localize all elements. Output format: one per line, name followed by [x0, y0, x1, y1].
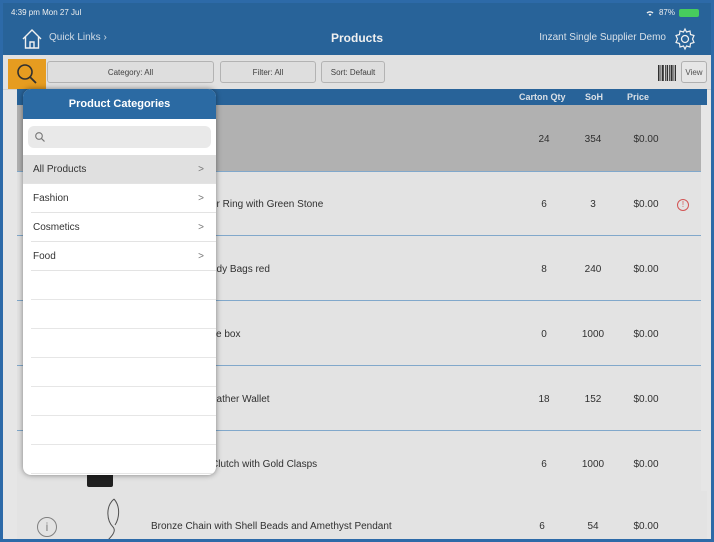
category-label: All Products	[33, 164, 87, 175]
category-label: Food	[33, 251, 56, 262]
category-label: Cosmetics	[33, 222, 80, 233]
category-item-cosmetics[interactable]: Cosmetics >	[31, 213, 216, 242]
empty-list-row	[31, 416, 216, 445]
empty-list-row	[31, 387, 216, 416]
empty-list-row	[31, 300, 216, 329]
empty-list-row	[31, 271, 216, 300]
popover-title: Product Categories	[23, 89, 216, 119]
category-label: Fashion	[33, 193, 69, 204]
app-window: 4:39 pm Mon 27 Jul 87% Quick Links › Pro…	[0, 0, 714, 542]
chevron-right-icon: >	[198, 251, 204, 262]
empty-list-row	[31, 445, 216, 474]
chevron-right-icon: >	[198, 193, 204, 204]
category-popover: Product Categories All Products > Fashio…	[23, 89, 216, 475]
chevron-right-icon: >	[198, 222, 204, 233]
category-item-all-products[interactable]: All Products >	[23, 155, 216, 184]
empty-list-row	[31, 329, 216, 358]
empty-list-row	[31, 474, 216, 475]
category-item-food[interactable]: Food >	[31, 242, 216, 271]
category-search-input[interactable]	[28, 126, 211, 148]
search-icon	[35, 132, 45, 142]
category-item-fashion[interactable]: Fashion >	[31, 184, 216, 213]
empty-list-row	[31, 358, 216, 387]
chevron-right-icon: >	[198, 164, 204, 175]
